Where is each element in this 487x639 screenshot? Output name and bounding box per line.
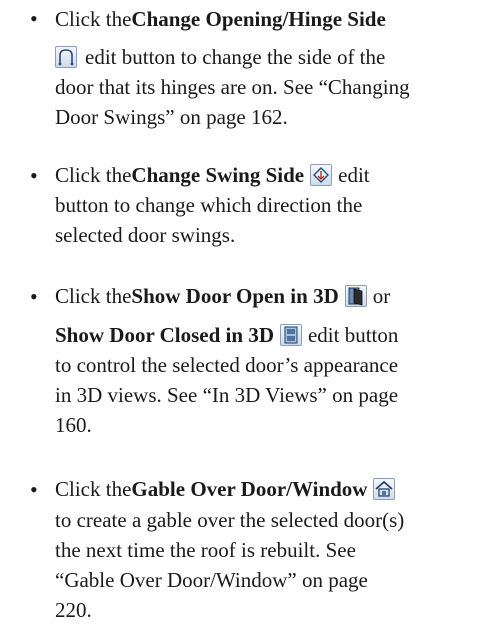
command-name: Change Opening/Hinge Side <box>131 7 386 31</box>
text-line: edit button to change the side of the <box>55 42 385 72</box>
text: “Gable Over Door/Window” on page <box>55 568 368 592</box>
text: Click the <box>55 163 132 187</box>
text: button to change which direction the <box>55 193 363 217</box>
text: to control the selected door’s appearanc… <box>55 353 399 377</box>
text: to create a gable over the selected door… <box>55 508 405 532</box>
command-name: Change Swing Side <box>131 163 305 187</box>
text-line: to create a gable over the selected door… <box>55 505 404 535</box>
bullet: • <box>30 477 38 502</box>
text: 220. <box>55 598 92 622</box>
text-line: selected door swings. <box>55 220 235 250</box>
door-closed-3d-icon[interactable] <box>279 324 302 346</box>
text: or <box>372 284 391 308</box>
text-line: Click the Gable Over Door/Window <box>55 474 401 504</box>
text-line: door that its hinges are on. See “Changi… <box>55 72 410 102</box>
text: Click the <box>55 7 132 31</box>
text: Click the <box>55 477 132 501</box>
text-line: Door Swings” on page 162. <box>55 102 288 132</box>
text: edit <box>338 163 370 187</box>
text: 160. <box>55 413 92 437</box>
door-open-3d-icon[interactable] <box>344 285 367 307</box>
text: Click the <box>55 284 132 308</box>
text: edit button to change the side of the <box>85 45 386 69</box>
text: selected door swings. <box>55 223 236 247</box>
text-line: Click the Show Door Open in 3D or <box>55 281 390 311</box>
text-line: the next time the roof is rebuilt. See <box>55 535 356 565</box>
text: edit button <box>307 323 399 347</box>
bullet: • <box>30 163 38 188</box>
command-name: Show Door Open in 3D <box>131 284 339 308</box>
text: in 3D views. See “In 3D Views” on page <box>55 383 399 407</box>
text-line: “Gable Over Door/Window” on page <box>55 565 368 595</box>
text: door that its hinges are on. See “Changi… <box>55 75 410 99</box>
bullet: • <box>30 284 38 309</box>
command-name: Gable Over Door/Window <box>131 477 368 501</box>
text: the next time the roof is rebuilt. See <box>55 538 356 562</box>
command-name: Show Door Closed in 3D <box>55 323 274 347</box>
text-line: to control the selected door’s appearanc… <box>55 350 398 380</box>
text: Door Swings” on page 162. <box>55 105 288 129</box>
text-line: Show Door Closed in 3D edit button <box>55 320 398 350</box>
gable-house-icon[interactable] <box>373 478 396 500</box>
door-hinge-icon[interactable] <box>55 46 77 68</box>
text-line: 220. <box>55 595 92 625</box>
bullet: • <box>30 6 38 31</box>
text-line: Click the Change Swing Side edit <box>55 160 370 190</box>
swing-side-icon[interactable] <box>310 164 333 186</box>
text-line: in 3D views. See “In 3D Views” on page <box>55 380 398 410</box>
text-line: Click the Change Opening/Hinge Side <box>55 4 386 34</box>
text-line: button to change which direction the <box>55 190 362 220</box>
text-line: 160. <box>55 410 92 440</box>
